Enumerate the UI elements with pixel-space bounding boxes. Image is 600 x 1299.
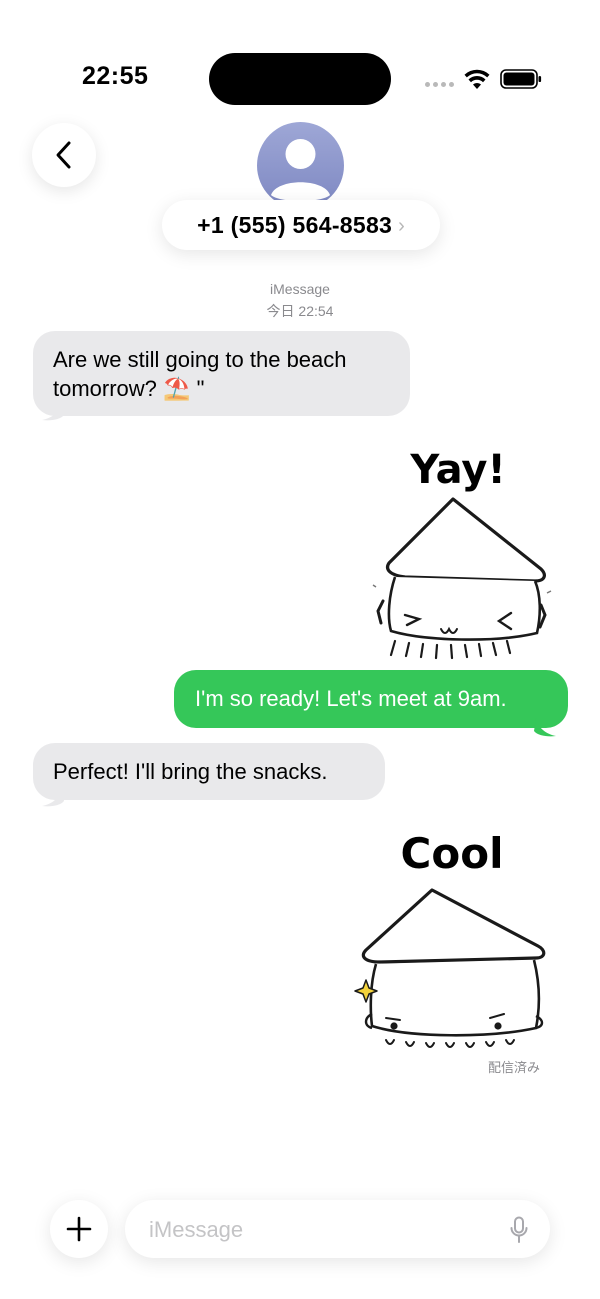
contact-name: +1 (555) 564-8583 [197, 211, 393, 238]
message-bubble-outgoing[interactable]: I'm so ready! Let's meet at 9am. [174, 670, 568, 728]
message-bubble-incoming[interactable]: Are we still going to the beach tomorrow… [33, 331, 410, 416]
chevron-left-icon [56, 141, 71, 169]
onigiri-sticker-image: Cool [354, 829, 546, 1048]
battery-icon [500, 69, 542, 89]
wifi-icon [464, 69, 490, 89]
add-attachment-button[interactable] [50, 1200, 108, 1258]
beach-umbrella-emoji: ⛱️ [163, 376, 191, 401]
message-text: Perfect! I'll bring the snacks. [53, 759, 328, 784]
contact-name-pill[interactable]: +1 (555) 564-8583 › [162, 200, 440, 250]
sticker-cool[interactable]: Cool [350, 828, 560, 1058]
message-text-line: Are we still going to the beach [53, 347, 347, 372]
back-button[interactable] [32, 123, 96, 187]
dynamic-island [209, 53, 391, 105]
message-text: " [190, 376, 205, 401]
person-icon [271, 139, 330, 201]
sticker-caption: Yay! [409, 447, 505, 493]
message-text: I'm so ready! Let's meet at 9am. [195, 686, 507, 711]
plus-icon [66, 1216, 92, 1242]
message-timestamp: 今日 22:54 [266, 303, 334, 319]
bubble-tail-outgoing [534, 718, 556, 737]
status-time: 22:55 [82, 62, 149, 90]
message-text-line: tomorrow? ⛱️ " [53, 374, 390, 403]
delivery-status: 配信済み [487, 1060, 540, 1075]
message-bubble-incoming[interactable]: Perfect! I'll bring the snacks. [33, 743, 385, 800]
bubble-tail-incoming [42, 788, 64, 807]
message-text: tomorrow? [53, 376, 164, 401]
message-input-container[interactable] [125, 1200, 550, 1258]
contact-avatar[interactable] [257, 122, 344, 209]
chevron-right-icon: › [398, 214, 405, 237]
service-label: iMessage [270, 281, 330, 297]
bubble-tail-incoming [42, 402, 64, 421]
microphone-icon[interactable] [510, 1216, 528, 1244]
sticker-caption: Cool [401, 829, 504, 878]
sticker-yay[interactable]: Yay! [365, 445, 565, 670]
cellular-signal-icon [425, 82, 455, 90]
message-input[interactable] [147, 1214, 491, 1246]
onigiri-sticker-image: Yay! [372, 447, 552, 660]
